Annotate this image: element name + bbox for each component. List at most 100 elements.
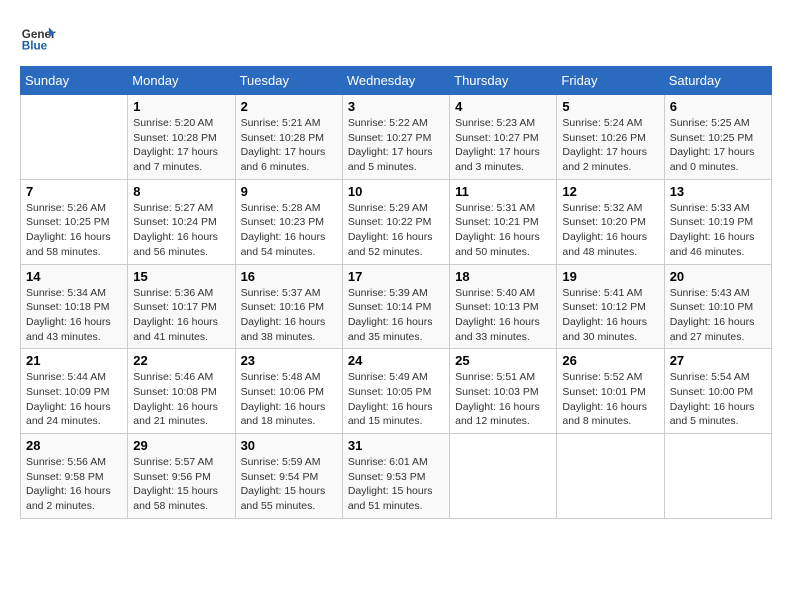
day-info: Sunrise: 5:44 AM Sunset: 10:09 PM Daylig… <box>26 370 122 429</box>
calendar-week-5: 28 Sunrise: 5:56 AM Sunset: 9:58 PM Dayli… <box>21 434 772 519</box>
calendar-day-21: 21 Sunrise: 5:44 AM Sunset: 10:09 PM Dayl… <box>21 349 128 434</box>
weekday-header-tuesday: Tuesday <box>235 67 342 95</box>
day-info: Sunrise: 5:39 AM Sunset: 10:14 PM Daylig… <box>348 286 444 345</box>
calendar-day-empty <box>557 434 664 519</box>
calendar-week-1: 1Sunrise: 5:20 AM Sunset: 10:28 PM Dayli… <box>21 95 772 180</box>
calendar-week-4: 21 Sunrise: 5:44 AM Sunset: 10:09 PM Dayl… <box>21 349 772 434</box>
day-info: Sunrise: 5:40 AM Sunset: 10:13 PM Daylig… <box>455 286 551 345</box>
day-number: 30 <box>241 438 337 453</box>
day-number: 21 <box>26 353 122 368</box>
day-number: 22 <box>133 353 229 368</box>
calendar-day-2: 2 Sunrise: 5:21 AM Sunset: 10:28 PM Dayli… <box>235 95 342 180</box>
calendar-day-23: 23 Sunrise: 5:48 AM Sunset: 10:06 PM Dayl… <box>235 349 342 434</box>
weekday-header-monday: Monday <box>128 67 235 95</box>
day-info: Sunrise: 5:25 AM Sunset: 10:25 PM Daylig… <box>670 116 766 175</box>
calendar-day-11: 11 Sunrise: 5:31 AM Sunset: 10:21 PM Dayl… <box>450 179 557 264</box>
day-number: 20 <box>670 269 766 284</box>
calendar-day-17: 17 Sunrise: 5:39 AM Sunset: 10:14 PM Dayl… <box>342 264 449 349</box>
day-number: 23 <box>241 353 337 368</box>
calendar-day-9: 9 Sunrise: 5:28 AM Sunset: 10:23 PM Dayli… <box>235 179 342 264</box>
weekday-header-wednesday: Wednesday <box>342 67 449 95</box>
calendar-day-18: 18 Sunrise: 5:40 AM Sunset: 10:13 PM Dayl… <box>450 264 557 349</box>
day-number: 28 <box>26 438 122 453</box>
day-number: 14 <box>26 269 122 284</box>
day-info: Sunrise: 5:31 AM Sunset: 10:21 PM Daylig… <box>455 201 551 260</box>
day-info: Sunrise: 5:21 AM Sunset: 10:28 PM Daylig… <box>241 116 337 175</box>
day-number: 15 <box>133 269 229 284</box>
day-info: Sunrise: 5:27 AM Sunset: 10:24 PM Daylig… <box>133 201 229 260</box>
day-number: 17 <box>348 269 444 284</box>
svg-text:Blue: Blue <box>22 40 48 53</box>
day-number: 6 <box>670 99 766 114</box>
day-number: 2 <box>241 99 337 114</box>
day-info: Sunrise: 5:48 AM Sunset: 10:06 PM Daylig… <box>241 370 337 429</box>
day-number: 31 <box>348 438 444 453</box>
calendar-day-12: 12 Sunrise: 5:32 AM Sunset: 10:20 PM Dayl… <box>557 179 664 264</box>
day-info: Sunrise: 5:32 AM Sunset: 10:20 PM Daylig… <box>562 201 658 260</box>
day-number: 7 <box>26 184 122 199</box>
calendar-day-6: 6 Sunrise: 5:25 AM Sunset: 10:25 PM Dayli… <box>664 95 771 180</box>
day-number: 8 <box>133 184 229 199</box>
day-number: 24 <box>348 353 444 368</box>
day-number: 26 <box>562 353 658 368</box>
weekday-header-sunday: Sunday <box>21 67 128 95</box>
calendar-day-7: 7 Sunrise: 5:26 AM Sunset: 10:25 PM Dayli… <box>21 179 128 264</box>
day-number: 4 <box>455 99 551 114</box>
day-info: Sunrise: 5:26 AM Sunset: 10:25 PM Daylig… <box>26 201 122 260</box>
calendar-day-empty <box>664 434 771 519</box>
day-number: 16 <box>241 269 337 284</box>
day-number: 10 <box>348 184 444 199</box>
page-header: General Blue <box>20 20 772 56</box>
weekday-header-saturday: Saturday <box>664 67 771 95</box>
calendar-day-20: 20 Sunrise: 5:43 AM Sunset: 10:10 PM Dayl… <box>664 264 771 349</box>
day-number: 27 <box>670 353 766 368</box>
day-info: Sunrise: 5:54 AM Sunset: 10:00 PM Daylig… <box>670 370 766 429</box>
day-info: Sunrise: 5:24 AM Sunset: 10:26 PM Daylig… <box>562 116 658 175</box>
calendar-day-5: 5Sunrise: 5:24 AM Sunset: 10:26 PM Dayli… <box>557 95 664 180</box>
day-number: 9 <box>241 184 337 199</box>
logo: General Blue <box>20 20 56 56</box>
day-info: Sunrise: 5:49 AM Sunset: 10:05 PM Daylig… <box>348 370 444 429</box>
day-number: 1 <box>133 99 229 114</box>
day-info: Sunrise: 5:52 AM Sunset: 10:01 PM Daylig… <box>562 370 658 429</box>
day-info: Sunrise: 5:51 AM Sunset: 10:03 PM Daylig… <box>455 370 551 429</box>
calendar-day-empty <box>21 95 128 180</box>
calendar-day-31: 31 Sunrise: 6:01 AM Sunset: 9:53 PM Dayli… <box>342 434 449 519</box>
calendar-week-2: 7 Sunrise: 5:26 AM Sunset: 10:25 PM Dayli… <box>21 179 772 264</box>
day-number: 29 <box>133 438 229 453</box>
day-info: Sunrise: 5:46 AM Sunset: 10:08 PM Daylig… <box>133 370 229 429</box>
calendar-day-22: 22 Sunrise: 5:46 AM Sunset: 10:08 PM Dayl… <box>128 349 235 434</box>
weekday-header-thursday: Thursday <box>450 67 557 95</box>
day-number: 12 <box>562 184 658 199</box>
day-number: 19 <box>562 269 658 284</box>
day-info: Sunrise: 5:28 AM Sunset: 10:23 PM Daylig… <box>241 201 337 260</box>
calendar-day-8: 8 Sunrise: 5:27 AM Sunset: 10:24 PM Dayli… <box>128 179 235 264</box>
calendar-day-30: 30Sunrise: 5:59 AM Sunset: 9:54 PM Dayli… <box>235 434 342 519</box>
day-info: Sunrise: 5:29 AM Sunset: 10:22 PM Daylig… <box>348 201 444 260</box>
calendar-day-4: 4 Sunrise: 5:23 AM Sunset: 10:27 PM Dayli… <box>450 95 557 180</box>
calendar-day-28: 28 Sunrise: 5:56 AM Sunset: 9:58 PM Dayli… <box>21 434 128 519</box>
day-info: Sunrise: 5:22 AM Sunset: 10:27 PM Daylig… <box>348 116 444 175</box>
calendar-day-29: 29Sunrise: 5:57 AM Sunset: 9:56 PM Dayli… <box>128 434 235 519</box>
day-info: Sunrise: 5:37 AM Sunset: 10:16 PM Daylig… <box>241 286 337 345</box>
calendar-day-14: 14Sunrise: 5:34 AM Sunset: 10:18 PM Dayl… <box>21 264 128 349</box>
calendar-day-26: 26 Sunrise: 5:52 AM Sunset: 10:01 PM Dayl… <box>557 349 664 434</box>
calendar-day-16: 16 Sunrise: 5:37 AM Sunset: 10:16 PM Dayl… <box>235 264 342 349</box>
weekday-header-friday: Friday <box>557 67 664 95</box>
day-info: Sunrise: 5:41 AM Sunset: 10:12 PM Daylig… <box>562 286 658 345</box>
day-info: Sunrise: 5:36 AM Sunset: 10:17 PM Daylig… <box>133 286 229 345</box>
day-info: Sunrise: 5:56 AM Sunset: 9:58 PM Dayligh… <box>26 455 122 514</box>
day-info: Sunrise: 5:33 AM Sunset: 10:19 PM Daylig… <box>670 201 766 260</box>
calendar-day-10: 10 Sunrise: 5:29 AM Sunset: 10:22 PM Dayl… <box>342 179 449 264</box>
calendar-day-19: 19 Sunrise: 5:41 AM Sunset: 10:12 PM Dayl… <box>557 264 664 349</box>
calendar-day-empty <box>450 434 557 519</box>
day-number: 18 <box>455 269 551 284</box>
day-info: Sunrise: 5:43 AM Sunset: 10:10 PM Daylig… <box>670 286 766 345</box>
calendar-day-13: 13 Sunrise: 5:33 AM Sunset: 10:19 PM Dayl… <box>664 179 771 264</box>
day-info: Sunrise: 6:01 AM Sunset: 9:53 PM Dayligh… <box>348 455 444 514</box>
calendar-week-3: 14Sunrise: 5:34 AM Sunset: 10:18 PM Dayl… <box>21 264 772 349</box>
logo-icon: General Blue <box>20 20 56 56</box>
day-number: 11 <box>455 184 551 199</box>
day-info: Sunrise: 5:23 AM Sunset: 10:27 PM Daylig… <box>455 116 551 175</box>
day-number: 13 <box>670 184 766 199</box>
